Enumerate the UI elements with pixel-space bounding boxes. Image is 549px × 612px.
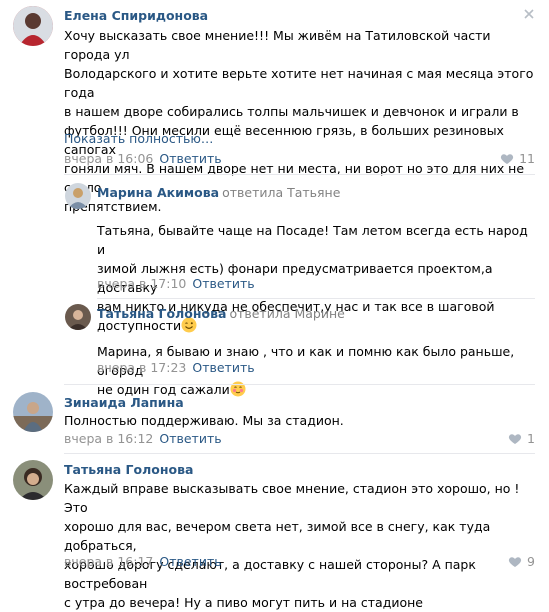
- avatar[interactable]: [65, 183, 91, 209]
- comment-date[interactable]: вчера в 17:10: [97, 276, 186, 291]
- comment-date[interactable]: вчера в 16:17: [64, 554, 153, 569]
- comment-text: Полностью поддерживаю. Мы за стадион.: [64, 413, 344, 428]
- like-button[interactable]: 1: [508, 431, 535, 447]
- reply-button[interactable]: Ответить: [159, 554, 221, 569]
- heart-icon: [508, 557, 522, 567]
- comment-date[interactable]: вчера в 17:23: [97, 360, 186, 375]
- comment-meta: вчера в 16:06 Ответить: [64, 151, 222, 167]
- reply-button[interactable]: Ответить: [159, 431, 221, 446]
- author-name[interactable]: Татьяна Голонова ответила Марине: [97, 306, 345, 322]
- like-button[interactable]: 9: [508, 554, 535, 570]
- author-name-text[interactable]: Татьяна Голонова: [97, 306, 226, 321]
- reply-button[interactable]: Ответить: [192, 276, 254, 291]
- likes-count: 1: [527, 431, 535, 446]
- author-name[interactable]: Елена Спиридонова: [64, 8, 208, 24]
- divider: [64, 384, 535, 385]
- divider: [64, 174, 535, 175]
- likes-count: 11: [519, 151, 535, 166]
- heart-icon: [508, 434, 522, 444]
- replied-to: ответила Татьяне: [222, 185, 341, 200]
- reply-button[interactable]: Ответить: [159, 151, 221, 166]
- show-more-link[interactable]: Показать полностью…: [64, 131, 213, 147]
- author-name-text[interactable]: Марина Акимова: [97, 185, 219, 200]
- author-name[interactable]: Зинаида Лапина: [64, 395, 184, 411]
- avatar[interactable]: [13, 392, 53, 432]
- like-button[interactable]: 11: [500, 151, 535, 167]
- avatar[interactable]: [13, 460, 53, 500]
- divider: [64, 453, 535, 454]
- reply-button[interactable]: Ответить: [192, 360, 254, 375]
- author-name[interactable]: Татьяна Голонова: [64, 462, 193, 478]
- divider: [97, 298, 535, 299]
- comment-date[interactable]: вчера в 16:12: [64, 431, 153, 446]
- comment-date[interactable]: вчера в 16:06: [64, 151, 153, 166]
- comment-meta: вчера в 16:12 Ответить: [64, 431, 222, 447]
- comment-meta: вчера в 17:10 Ответить: [97, 276, 255, 292]
- replied-to: ответила Марине: [229, 306, 345, 321]
- author-name[interactable]: Марина Акимова ответила Татьяне: [97, 185, 340, 201]
- avatar[interactable]: [13, 6, 53, 46]
- heart-icon: [500, 154, 514, 164]
- close-icon[interactable]: [523, 8, 535, 20]
- comment-meta: вчера в 16:17 Ответить: [64, 554, 222, 570]
- comment-meta: вчера в 17:23 Ответить: [97, 360, 255, 376]
- avatar[interactable]: [65, 304, 91, 330]
- comment-text: Каждый вправе высказывать свое мнение, с…: [64, 481, 520, 610]
- likes-count: 9: [527, 554, 535, 569]
